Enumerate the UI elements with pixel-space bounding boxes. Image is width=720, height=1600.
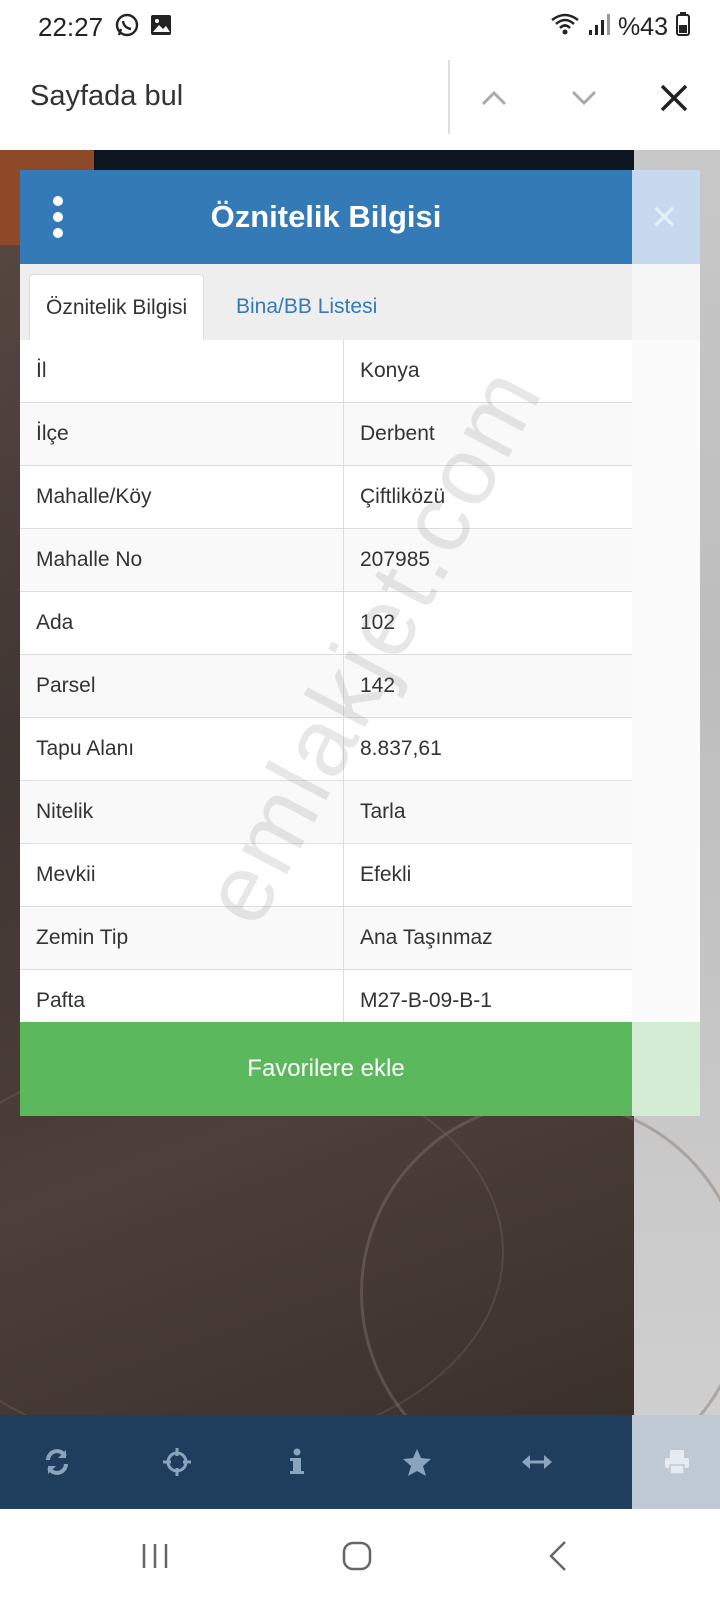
find-divider [448, 60, 450, 134]
row-value: Çiftliközü [360, 485, 446, 508]
table-row: Tapu Alanı 8.837,61 [20, 718, 632, 781]
battery-text: %43 [617, 13, 668, 41]
table-row: Mevkii Efekli [20, 844, 632, 907]
row-value: 8.837,61 [360, 737, 442, 760]
recent-apps-icon [142, 1544, 168, 1568]
table-row: Ada 102 [20, 592, 632, 655]
close-icon [660, 84, 688, 112]
chevron-up-icon [481, 90, 507, 106]
recent-apps-button[interactable] [125, 1533, 185, 1579]
status-time: 22:27 [38, 12, 104, 42]
map-tile-dark [94, 150, 634, 170]
back-button[interactable] [528, 1533, 588, 1579]
find-next-button[interactable] [560, 74, 608, 122]
row-key: İl [36, 359, 47, 382]
row-value: Efekli [360, 863, 412, 886]
row-value: Tarla [360, 800, 406, 823]
row-key: Nitelik [36, 800, 94, 823]
row-value: Konya [360, 359, 420, 382]
gallery-icon [148, 12, 174, 43]
row-value: 207985 [360, 548, 431, 571]
table-overflow [632, 340, 700, 1022]
favorite-overflow [632, 1022, 700, 1116]
info-icon[interactable] [272, 1437, 322, 1487]
find-input[interactable]: Sayfada bul [30, 80, 183, 113]
crosshair-icon[interactable] [152, 1437, 202, 1487]
row-value: 142 [360, 674, 396, 697]
row-key: Zemin Tip [36, 926, 129, 949]
row-value: 102 [360, 611, 396, 634]
measure-icon[interactable] [512, 1437, 562, 1487]
table-row: Nitelik Tarla [20, 781, 632, 844]
row-key: Mahalle No [36, 548, 143, 571]
table-row: Mahalle No 207985 [20, 529, 632, 592]
dialog-close-icon[interactable]: ✕ [650, 198, 679, 238]
dialog-tabs: Öznitelik Bilgisi Bina/BB Listesi [20, 264, 632, 342]
toolbar-overflow [632, 1415, 720, 1509]
wifi-icon [550, 12, 580, 43]
find-in-page-bar: Sayfada bul [0, 56, 720, 152]
dialog-title: Öznitelik Bilgisi [210, 199, 442, 234]
attribute-dialog: Öznitelik Bilgisi ✕ Öznitelik Bilgisi Bi… [20, 170, 700, 1128]
home-icon [342, 1541, 372, 1571]
chevron-down-icon [571, 90, 597, 106]
tab-attribute-info[interactable]: Öznitelik Bilgisi [29, 274, 205, 342]
table-row: Mahalle/Köy Çiftliközü [20, 466, 632, 529]
row-key: Mahalle/Köy [36, 485, 152, 508]
find-previous-button[interactable] [470, 74, 518, 122]
map-toolbar [0, 1415, 632, 1509]
refresh-icon[interactable] [32, 1437, 82, 1487]
table-row: Parsel 142 [20, 655, 632, 718]
home-button[interactable] [327, 1533, 387, 1579]
row-value: Ana Taşınmaz [360, 926, 493, 949]
back-icon [549, 1541, 566, 1571]
find-close-button[interactable] [650, 74, 698, 122]
signal-icon [588, 12, 610, 43]
tab-building-list[interactable]: Bina/BB Listesi [220, 274, 393, 340]
status-bar: 22:27 %43 [0, 0, 720, 56]
table-row: İlçe Derbent [20, 403, 632, 466]
table-row: İl Konya [20, 340, 632, 403]
row-key: İlçe [36, 422, 69, 445]
row-key: Parsel [36, 674, 96, 697]
row-value: Derbent [360, 422, 435, 445]
add-favorite-button[interactable]: Favorilere ekle [20, 1022, 632, 1116]
whatsapp-icon [114, 12, 140, 43]
row-key: Mevkii [36, 863, 96, 886]
attribute-table: İl Konya İlçe Derbent Mahalle/Köy Çiftliköz… [20, 340, 632, 1033]
system-nav-bar [0, 1509, 720, 1600]
battery-icon [676, 12, 690, 43]
dialog-tabs-overflow [632, 264, 700, 340]
print-icon[interactable] [652, 1437, 702, 1487]
table-row: Zemin Tip Ana Taşınmaz [20, 907, 632, 970]
star-icon[interactable] [392, 1437, 442, 1487]
row-key: Tapu Alanı [36, 737, 135, 760]
row-key: Ada [36, 611, 74, 634]
